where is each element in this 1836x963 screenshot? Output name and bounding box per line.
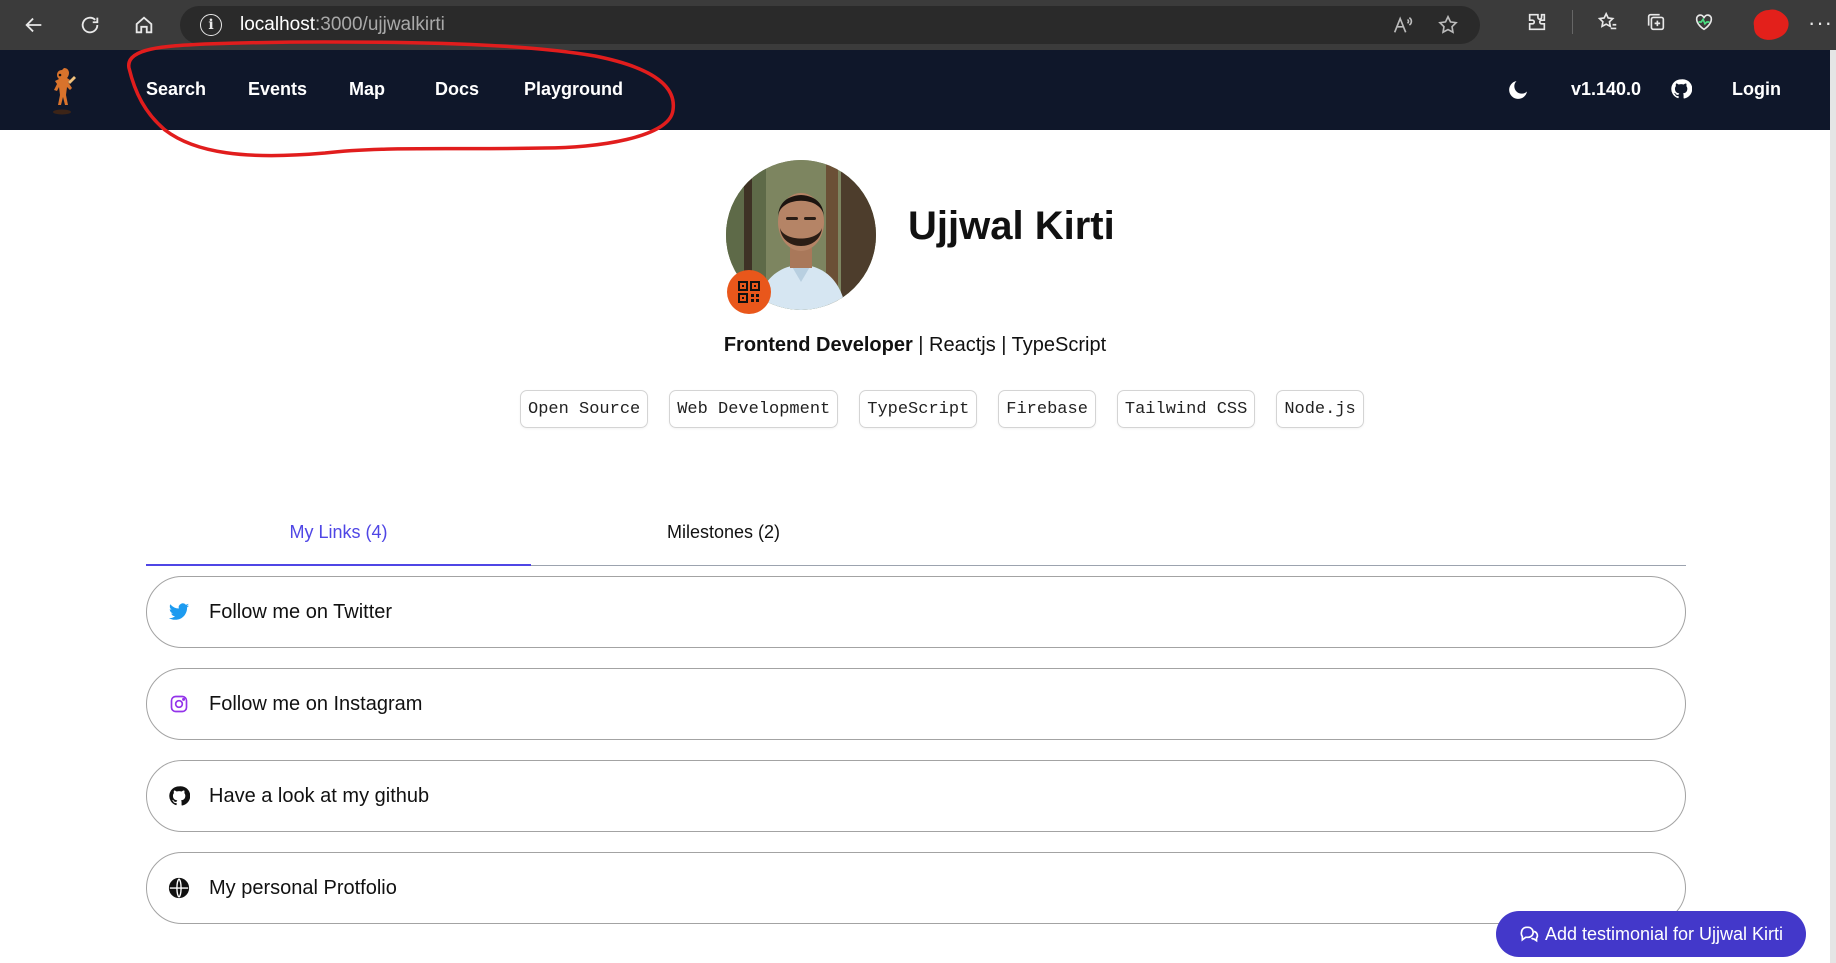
theme-toggle-moon-icon[interactable] (1506, 78, 1530, 102)
tab-my-links[interactable]: My Links (4) (146, 522, 531, 543)
login-link[interactable]: Login (1732, 79, 1781, 100)
twitter-icon (167, 600, 191, 624)
extensions-icon[interactable] (1524, 9, 1550, 35)
link-item-portfolio[interactable]: My personal Protfolio (146, 852, 1686, 924)
logo-icon[interactable] (42, 64, 82, 116)
link-label: Follow me on Instagram (209, 692, 423, 715)
tag-chip[interactable]: Tailwind CSS (1116, 390, 1256, 428)
url-text[interactable]: localhost:3000/ujjwalkirti (240, 14, 445, 36)
nav-playground[interactable]: Playground (524, 79, 623, 100)
home-icon[interactable] (128, 9, 160, 41)
browser-essentials-icon[interactable] (1691, 9, 1717, 35)
version-label[interactable]: v1.140.0 (1571, 79, 1641, 100)
qr-code-button[interactable] (727, 270, 771, 314)
address-bar[interactable]: i localhost:3000/ujjwalkirti (180, 6, 1480, 44)
tag-chip[interactable]: Firebase (998, 390, 1096, 428)
link-item-twitter[interactable]: Follow me on Twitter (146, 576, 1686, 648)
profile-name: Ujjwal Kirti (908, 204, 1115, 248)
instagram-icon (167, 692, 191, 716)
chat-bubbles-icon (1520, 926, 1539, 943)
favorites-icon[interactable] (1595, 9, 1621, 35)
add-testimonial-label: Add testimonial for Ujjwal Kirti (1544, 923, 1784, 944)
tag-chip[interactable]: Open Source (520, 390, 649, 428)
more-menu-icon[interactable]: ··· (1808, 10, 1833, 36)
app-navbar: Search Events Map Docs Playground v1.140… (0, 50, 1830, 130)
globe-icon (167, 876, 191, 900)
qr-code-icon (738, 281, 760, 303)
bio-role: Frontend Developer (723, 334, 913, 356)
link-label: Have a look at my github (209, 784, 430, 807)
link-item-instagram[interactable]: Follow me on Instagram (146, 668, 1686, 740)
nav-map[interactable]: Map (349, 79, 385, 100)
tag-chip[interactable]: Node.js (1276, 390, 1364, 428)
nav-search[interactable]: Search (146, 79, 206, 100)
site-info-icon[interactable]: i (200, 14, 222, 36)
page-scrollbar[interactable] (1830, 50, 1836, 963)
github-icon (167, 784, 191, 808)
active-tab-indicator (146, 564, 531, 566)
link-label: Follow me on Twitter (209, 600, 393, 623)
nav-events[interactable]: Events (248, 79, 307, 100)
nav-docs[interactable]: Docs (435, 79, 479, 100)
back-arrow-icon[interactable] (18, 9, 50, 41)
link-label: My personal Protfolio (209, 876, 397, 899)
browser-toolbar: i localhost:3000/ujjwalkirti ··· (0, 0, 1836, 50)
bio-skills: | Reactjs | TypeScript (912, 334, 1107, 356)
refresh-icon[interactable] (74, 9, 106, 41)
add-testimonial-button[interactable]: Add testimonial for Ujjwal Kirti (1496, 911, 1806, 957)
tag-chip[interactable]: Web Development (669, 390, 839, 428)
link-item-github[interactable]: Have a look at my github (146, 760, 1686, 832)
tab-milestones[interactable]: Milestones (2) (531, 522, 916, 543)
favorite-star-icon[interactable] (1436, 13, 1460, 37)
profile-avatar-redacted[interactable] (1748, 6, 1792, 44)
read-aloud-icon[interactable] (1390, 13, 1414, 37)
tag-list: Open Source Web Development TypeScript F… (520, 390, 1364, 428)
profile-bio: Frontend Developer | Reactjs | TypeScrip… (0, 334, 1830, 357)
github-icon[interactable] (1670, 78, 1692, 100)
collections-icon[interactable] (1643, 9, 1669, 35)
profile-tabs: My Links (4) Milestones (2) (146, 510, 1686, 566)
tag-chip[interactable]: TypeScript (859, 390, 978, 428)
toolbar-divider (1572, 10, 1573, 34)
